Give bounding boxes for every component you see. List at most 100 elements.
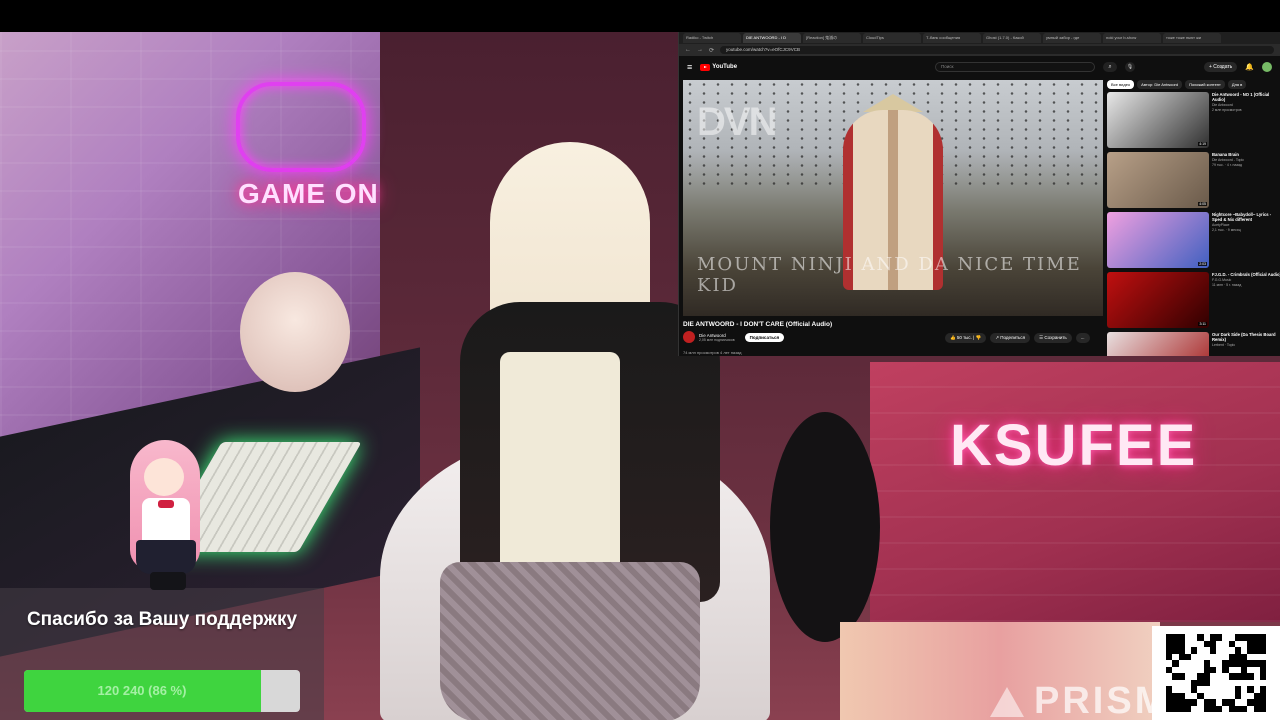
related-video-meta: Our Dark Side (Da Thesis Board Remix) Ler… (1212, 332, 1280, 356)
more-button[interactable]: ... (1075, 333, 1090, 343)
related-video-title: Banana Brain (1212, 152, 1239, 157)
related-video-item[interactable]: 4:19 Die Antwoord - NO 1 (Official Audio)… (1107, 92, 1280, 152)
browser-tab[interactable]: Т-банк сообщения (923, 33, 981, 43)
related-video-meta: Die Antwoord - NO 1 (Official Audio) Die … (1212, 92, 1280, 152)
video-title: DIE ANTWOORD - I DON'T CARE (Official Au… (683, 321, 833, 328)
video-duration: 4:05 (1198, 202, 1207, 206)
save-button[interactable]: ☰ Сохранить (1034, 333, 1072, 343)
related-video-channel: AcetyPlace (1212, 223, 1230, 227)
related-video-thumbnail[interactable]: 3:11 (1107, 272, 1209, 328)
youtube-header: ≡ YouTube Поиск ⌕ 🎙 + Создать 🔔 (679, 56, 1280, 78)
search-input[interactable]: Поиск (935, 62, 1096, 72)
browser-tab[interactable]: CloudTips (863, 33, 921, 43)
share-button[interactable]: ↗ Поделиться (990, 333, 1031, 343)
share-label: Поделиться (1000, 335, 1026, 340)
related-video-meta: FJ.G.D. - Crimbrals (Official Audio) F.G.… (1212, 272, 1280, 332)
neon-sign-ksufee: KSUFEE (950, 413, 1198, 478)
related-video-title: Die Antwoord - NO 1 (Official Audio) (1212, 92, 1270, 102)
browser-tab[interactable]: тоже тоже пьют жи (1163, 33, 1221, 43)
related-video-thumbnail[interactable]: 2:03 (1107, 212, 1209, 268)
anime-girl-mascot (120, 440, 212, 590)
guitar (770, 412, 880, 642)
like-button[interactable]: 👍 50 тыс. | 👎 (945, 333, 987, 343)
neon-sign-game-on: GAME ON (238, 178, 379, 209)
browser-tab[interactable]: DIE ANTWOORD - I D (743, 33, 801, 43)
video-actions: 👍 50 тыс. | 👎 ↗ Поделиться ☰ Сохранить .… (945, 333, 1090, 343)
related-video-channel: Die Antwoord (1212, 103, 1233, 107)
filter-chip[interactable]: Для в (1227, 80, 1247, 89)
related-video-meta: Nightcore ~Babydoll~ Lyrics - Sped & Nix… (1212, 212, 1280, 272)
related-video-title: Nightcore ~Babydoll~ Lyrics - Sped & Nix… (1212, 212, 1272, 222)
channel-subscribers: 2,05 млн подписчиков (699, 337, 735, 342)
related-video-channel: Die Antwoord - Topic (1212, 158, 1245, 162)
youtube-play-icon (700, 63, 711, 71)
related-video-meta: Banana Brain Die Antwoord - Topic 79 тыс. … (1212, 152, 1244, 212)
filter-chip[interactable]: Все видео (1107, 80, 1135, 89)
hamburger-menu-icon[interactable]: ≡ (687, 62, 692, 72)
bell-icon[interactable]: 🔔 (1245, 63, 1254, 71)
create-button[interactable]: + Создать (1203, 62, 1238, 72)
related-video-title: FJ.G.D. - Crimbrals (Official Audio) (1212, 272, 1280, 277)
video-duration: 4:19 (1198, 142, 1207, 146)
video-duration: 3:11 (1198, 322, 1207, 326)
donation-message: Спасибо за Вашу поддержку (26, 609, 298, 630)
watermark-text: PRISM (1034, 680, 1170, 720)
related-video-thumbnail[interactable]: 4:05 (1107, 152, 1209, 208)
url-field[interactable]: youtube.com/watch?v=eOfCJC9VCB (720, 46, 1274, 54)
related-video-title: Our Dark Side (Da Thesis Board Remix) (1212, 332, 1276, 342)
avatar[interactable] (1262, 62, 1272, 72)
youtube-logo[interactable]: YouTube (700, 63, 737, 71)
channel-avatar[interactable] (683, 331, 695, 343)
album-caption: MOUNT NINJI AND DA NICE TIME KID (697, 254, 1082, 296)
brick-wall-right (870, 362, 1280, 622)
video-player[interactable]: DVN MOUNT NINJI AND DA NICE TIME KID (683, 80, 1103, 316)
related-video-stats: 11 млн · 5 г. назад (1212, 283, 1242, 287)
mascot-bow (158, 500, 174, 508)
related-video-thumbnail[interactable]: 4:19 (1107, 92, 1209, 148)
related-chips: Все видео Автор: Die Antwoord Похожий конт… (1107, 80, 1247, 89)
back-icon[interactable]: ← (685, 47, 691, 53)
related-video-channel: Lerbent · Topic (1212, 343, 1236, 347)
progress-label: 120 240 (86 %) (97, 683, 187, 698)
subscribe-button[interactable]: Подписаться (744, 332, 785, 342)
filter-chip[interactable]: Автор: Die Antwoord (1137, 80, 1183, 89)
related-video-stats: 2 млн просмотров (1212, 108, 1242, 112)
reload-icon[interactable]: ⟳ (709, 47, 714, 54)
browser-tab[interactable]: Radiko - Twitch (683, 33, 741, 43)
qr-module (1259, 705, 1266, 712)
streamer-skirt (440, 562, 700, 720)
video-description[interactable]: 74 млн просмотров 4 лет назад (683, 350, 741, 355)
gamepad-neon-icon (236, 82, 366, 172)
related-videos: 4:19 Die Antwoord - NO 1 (Official Audio)… (1107, 92, 1280, 356)
related-video-item[interactable]: 2:03 Nightcore ~Babydoll~ Lyrics - Sped &… (1107, 212, 1280, 272)
related-video-thumbnail[interactable] (1107, 332, 1209, 356)
tab-bar: Radiko - Twitch DIE ANTWOORD - I D [Reacti… (679, 32, 1280, 44)
search-icon[interactable]: ⌕ (1103, 62, 1118, 72)
filter-chip[interactable]: Похожий контент (1185, 80, 1225, 89)
like-count: 50 тыс. (956, 335, 972, 340)
microphone-icon[interactable]: 🎙 (1125, 62, 1136, 72)
related-video-item[interactable]: 3:11 FJ.G.D. - Crimbrals (Official Audio)… (1107, 272, 1280, 332)
qr-code[interactable] (1152, 626, 1280, 720)
channel-row: Die Antwoord 2,05 млн подписчиков Подпис… (683, 331, 785, 343)
prism-watermark: PRISM (990, 680, 1169, 720)
mascot-skirt (136, 540, 196, 574)
related-video-item[interactable]: Our Dark Side (Da Thesis Board Remix) Ler… (1107, 332, 1280, 356)
save-label: Сохранить (1044, 335, 1067, 340)
browser-tab[interactable]: noki your b-show (1103, 33, 1161, 43)
related-video-item[interactable]: 4:05 Banana Brain Die Antwoord - Topic 79 т… (1107, 152, 1280, 212)
dvn-logo: DVN (697, 100, 777, 144)
prism-logo-icon (990, 686, 1024, 717)
channel-info: Die Antwoord 2,05 млн подписчиков (699, 333, 735, 342)
browser-tab[interactable]: Ghost (1.7.0) - Какой (983, 33, 1041, 43)
related-video-channel: F.G.G.Music (1212, 278, 1232, 282)
browser-window: Radiko - Twitch DIE ANTWOORD - I D [Reacti… (678, 32, 1280, 356)
browser-tab[interactable]: умный забор - где (1043, 33, 1101, 43)
teddy-bear (240, 272, 350, 392)
qr-pattern (1166, 634, 1266, 712)
related-video-stats: 79 тыс. · 4 г. назад (1212, 163, 1242, 167)
browser-tab[interactable]: [Reaction] 鬼滅の (803, 33, 861, 43)
mascot-legs (150, 572, 186, 590)
forward-icon[interactable]: → (697, 47, 703, 53)
video-duration: 2:03 (1198, 262, 1207, 266)
